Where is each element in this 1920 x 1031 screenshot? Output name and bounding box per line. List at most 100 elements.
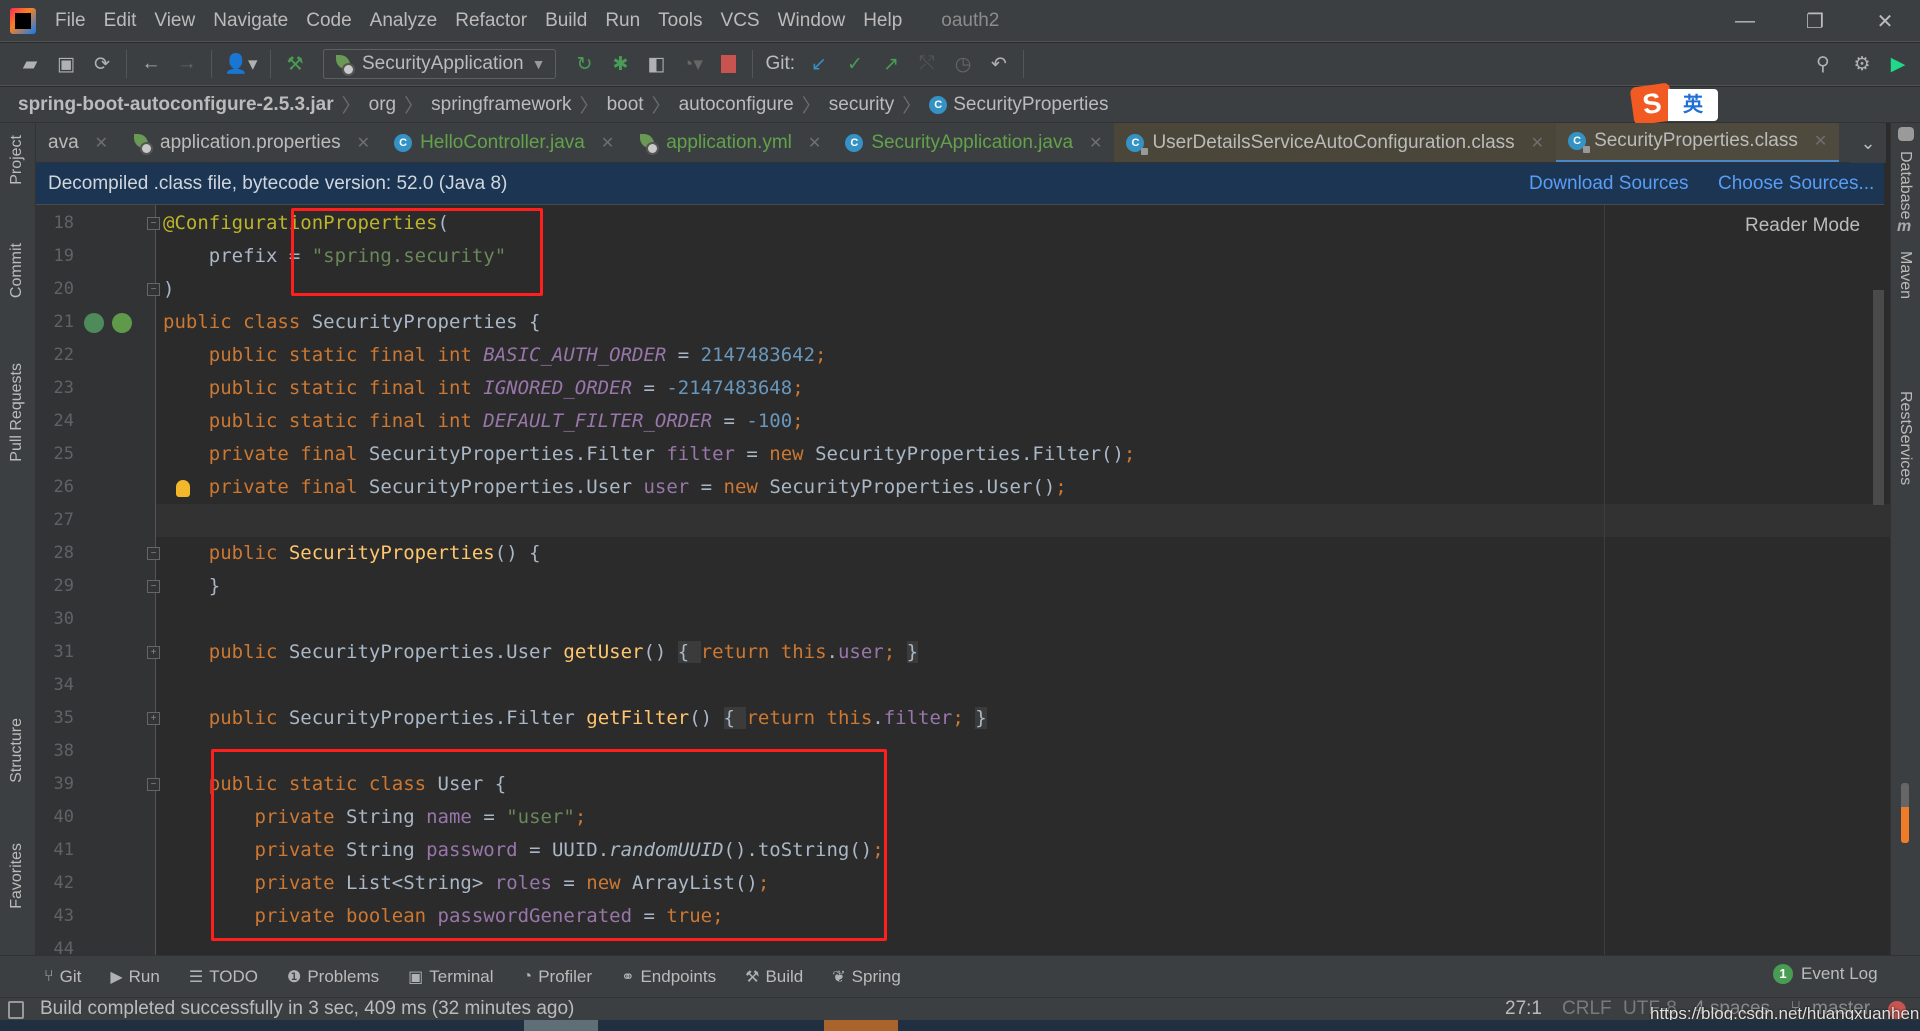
user-icon[interactable]: 👤▾: [218, 49, 264, 79]
line-separator[interactable]: CRLF: [1562, 998, 1612, 1020]
fold-marker-icon[interactable]: −: [147, 283, 160, 296]
status-toggle-icon[interactable]: [8, 1001, 24, 1019]
tool-strip-database[interactable]: Database: [1896, 151, 1914, 220]
menu-window[interactable]: Window: [769, 10, 855, 32]
line-number[interactable]: 21: [36, 312, 74, 332]
menu-code[interactable]: Code: [297, 10, 360, 32]
editor-tab[interactable]: C HelloController.java ✕: [382, 123, 626, 162]
settings-icon[interactable]: ⚙: [1844, 49, 1880, 79]
fold-marker-icon[interactable]: −: [147, 778, 160, 791]
line-number[interactable]: 25: [36, 444, 74, 464]
ime-indicator[interactable]: S 英: [1629, 82, 1720, 126]
breadcrumb-item[interactable]: boot: [607, 94, 644, 116]
line-number[interactable]: 24: [36, 411, 74, 431]
menu-tools[interactable]: Tools: [649, 10, 711, 32]
close-tab-icon[interactable]: ✕: [601, 133, 614, 153]
rollback-icon[interactable]: ↶: [981, 49, 1017, 79]
caret-position[interactable]: 27:1: [1505, 998, 1542, 1020]
line-number[interactable]: 43: [36, 906, 74, 926]
close-tab-icon[interactable]: ✕: [1531, 133, 1544, 153]
open-folder-icon[interactable]: ▰: [12, 49, 48, 79]
close-tab-icon[interactable]: ✕: [808, 133, 821, 153]
line-number[interactable]: 39: [36, 774, 74, 794]
editor-tab[interactable]: C SecurityApplication.java ✕: [833, 123, 1114, 162]
breadcrumb-item[interactable]: security: [829, 94, 894, 116]
line-number[interactable]: 20: [36, 279, 74, 299]
choose-sources-link[interactable]: Choose Sources...: [1718, 173, 1874, 195]
line-number[interactable]: 30: [36, 609, 74, 629]
fold-marker-icon[interactable]: −: [147, 580, 160, 593]
editor-tab[interactable]: C SecurityProperties.class ✕: [1556, 123, 1840, 162]
tool-strip-commit[interactable]: Commit: [8, 243, 26, 298]
search-icon[interactable]: ⚲: [1805, 49, 1841, 79]
tool-window-build[interactable]: ⚒ Build: [745, 967, 803, 987]
rerun-icon[interactable]: ↻: [566, 49, 602, 79]
line-number[interactable]: 22: [36, 345, 74, 365]
breadcrumb-item[interactable]: springframework: [431, 94, 571, 116]
line-number[interactable]: 19: [36, 246, 74, 266]
menu-run[interactable]: Run: [596, 10, 649, 32]
menu-help[interactable]: Help: [854, 10, 911, 32]
tool-strip-structure[interactable]: Structure: [8, 718, 26, 783]
editor-scrollbar[interactable]: [1873, 290, 1884, 505]
line-number[interactable]: 23: [36, 378, 74, 398]
debug-icon[interactable]: ✱: [602, 49, 638, 79]
editor-tab[interactable]: C UserDetailsServiceAutoConfiguration.cla…: [1114, 123, 1557, 162]
git-update-icon[interactable]: ↙: [801, 49, 837, 79]
menu-file[interactable]: File: [46, 10, 95, 32]
download-sources-link[interactable]: Download Sources: [1529, 173, 1688, 195]
menu-navigate[interactable]: Navigate: [204, 10, 297, 32]
tool-strip-pull-requests[interactable]: Pull Requests: [8, 363, 26, 462]
tool-strip-project[interactable]: Project: [8, 135, 26, 185]
lightbulb-icon[interactable]: [176, 480, 190, 497]
forward-icon[interactable]: →: [169, 49, 205, 79]
line-number[interactable]: 42: [36, 873, 74, 893]
menu-refactor[interactable]: Refactor: [446, 10, 536, 32]
line-number[interactable]: 44: [36, 939, 74, 955]
more-tabs-button[interactable]: ⌄: [1850, 123, 1886, 163]
tool-window-todo[interactable]: ☰ TODO: [189, 967, 258, 987]
save-icon[interactable]: ▣: [48, 49, 84, 79]
spring-bean-gutter-icon[interactable]: [84, 313, 104, 333]
plugin-icon[interactable]: ▶: [1880, 49, 1916, 79]
tool-window-endpoints[interactable]: ⚭ Endpoints: [621, 967, 716, 987]
tool-strip-maven[interactable]: Maven: [1896, 251, 1914, 299]
breadcrumb-item[interactable]: SecurityProperties: [953, 94, 1108, 116]
minimize-button[interactable]: —: [1712, 0, 1778, 42]
editor-tab[interactable]: ava ✕: [36, 123, 120, 162]
close-tab-icon[interactable]: ✕: [357, 133, 370, 153]
coverage-icon[interactable]: ◧: [638, 49, 674, 79]
menu-view[interactable]: View: [145, 10, 204, 32]
build-hammer-icon[interactable]: ⚒: [277, 49, 313, 79]
tool-window-git[interactable]: ⑂ Git: [44, 967, 81, 987]
line-number[interactable]: 31: [36, 642, 74, 662]
line-number[interactable]: 26: [36, 477, 74, 497]
event-log-button[interactable]: 1 Event Log: [1773, 964, 1878, 984]
history-icon[interactable]: ◷: [945, 49, 981, 79]
line-number[interactable]: 34: [36, 675, 74, 695]
menu-analyze[interactable]: Analyze: [361, 10, 447, 32]
line-number[interactable]: 35: [36, 708, 74, 728]
reader-mode-toggle[interactable]: Reader Mode: [1745, 215, 1860, 237]
line-number[interactable]: 28: [36, 543, 74, 563]
tool-strip-favorites[interactable]: Favorites: [8, 843, 26, 909]
fold-marker-icon[interactable]: +: [147, 646, 160, 659]
stop-icon[interactable]: [710, 49, 746, 79]
breadcrumb-item[interactable]: autoconfigure: [679, 94, 794, 116]
spring-config-gutter-icon[interactable]: [112, 313, 132, 333]
git-merge-icon[interactable]: ⤲: [909, 49, 945, 79]
tool-window-spring[interactable]: ❦ Spring: [832, 967, 901, 987]
back-icon[interactable]: ←: [133, 49, 169, 79]
sync-icon[interactable]: ⟳: [84, 49, 120, 79]
restore-button[interactable]: ❐: [1782, 0, 1848, 42]
fold-marker-icon[interactable]: −: [147, 547, 160, 560]
tool-window-run[interactable]: ▶ Run: [110, 967, 160, 987]
line-number[interactable]: 38: [36, 741, 74, 761]
fold-marker-icon[interactable]: +: [147, 712, 160, 725]
line-number[interactable]: 18: [36, 213, 74, 233]
menu-edit[interactable]: Edit: [95, 10, 146, 32]
fold-marker-icon[interactable]: −: [147, 217, 160, 230]
run-configuration-select[interactable]: SecurityApplication ▼: [323, 49, 557, 79]
git-commit-icon[interactable]: ✓: [837, 49, 873, 79]
breadcrumb-item[interactable]: org: [369, 94, 396, 116]
